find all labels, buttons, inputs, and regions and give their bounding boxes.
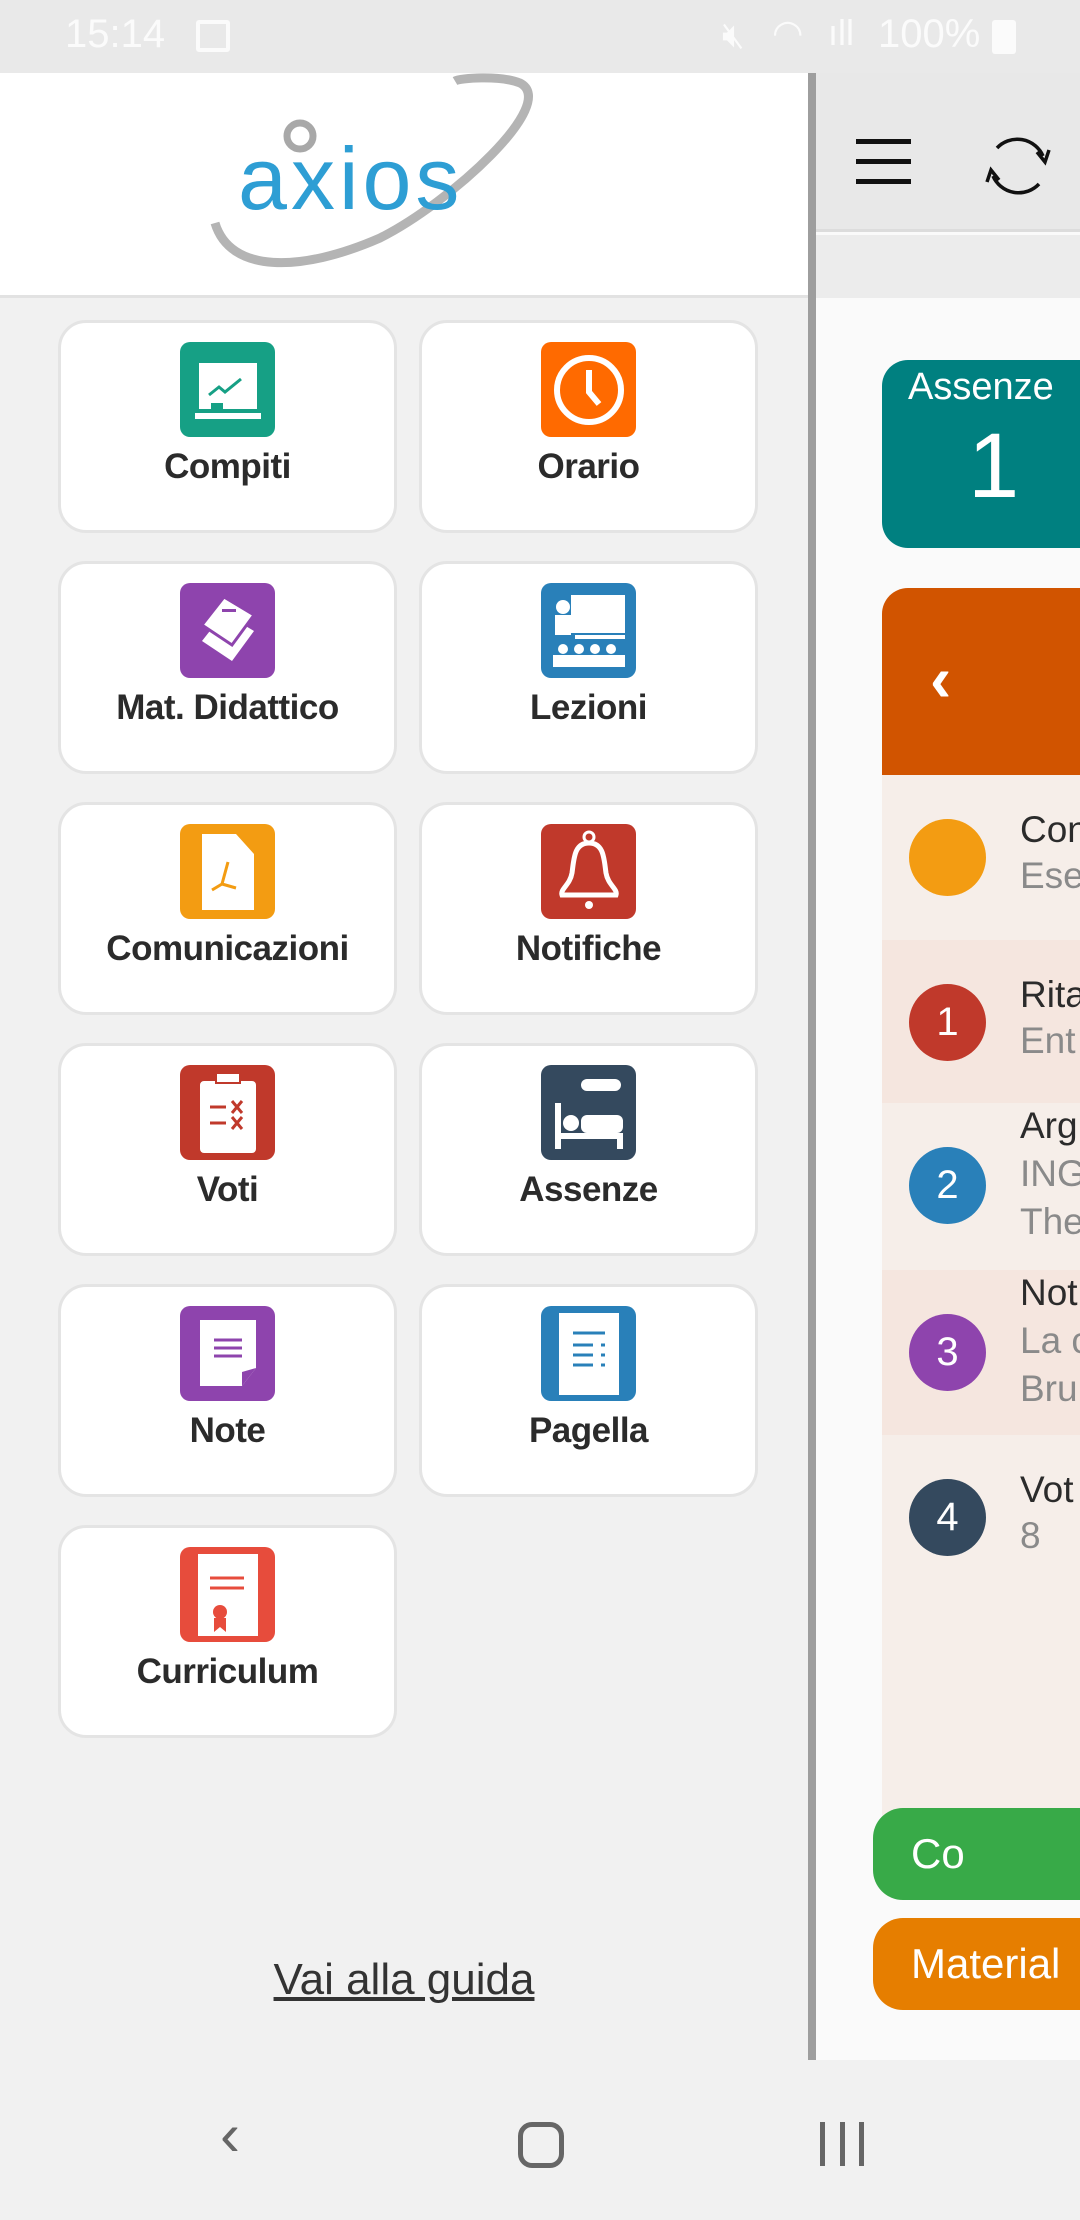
menu-item-label: Notifiche [515,929,662,968]
menu-item-comunicazioni[interactable]: Comunicazioni [58,802,397,1015]
menu-item-orario[interactable]: Orario [419,320,758,533]
recent-apps-icon[interactable] [820,2122,864,2166]
wifi-icon: ◠ [772,12,804,53]
menu-item-label: Assenze [519,1170,658,1209]
item-title: Rita [1020,974,1080,1015]
badge: 4 [909,1479,986,1556]
panel-header: ‹ [882,588,1080,775]
navigation-drawer: axios Compiti Orario Mat. Didattico Lezi… [0,73,808,2060]
list-item[interactable]: 1 Rita Ent [882,940,1080,1105]
menu-item-voti[interactable]: Voti [58,1043,397,1256]
menu-item-label: Comunicazioni [106,929,349,968]
guide-link[interactable]: Vai alla guida [0,1955,808,2005]
item-subtitle: ING [1020,1153,1080,1194]
toolbar-strip [816,235,1080,298]
chalkboard-chart-icon [180,342,275,437]
events-panel: ‹ Con Ese 1 Rita Ent 2 Arg ING The 3 Not… [882,588,1080,1840]
item-subtitle: Bru [1020,1368,1078,1409]
menu-item-label: Voti [196,1170,259,1209]
assenze-summary-card[interactable]: Assenze 1 [882,360,1080,548]
menu-item-label: Orario [537,447,640,486]
item-subtitle: The [1020,1201,1080,1242]
hamburger-menu-icon[interactable] [856,139,911,185]
badge: 3 [909,1314,986,1391]
teacher-class-icon [541,583,636,678]
menu-item-label: Note [189,1411,266,1450]
refresh-icon[interactable] [979,128,1057,209]
menu-item-assenze[interactable]: Assenze [419,1043,758,1256]
menu-item-note[interactable]: Note [58,1284,397,1497]
menu-item-label: Pagella [528,1411,649,1450]
battery-percent: 100% [878,12,981,56]
menu-item-label: Curriculum [136,1652,319,1691]
list-item[interactable]: 2 Arg ING The [882,1103,1080,1268]
status-bar: 15:14 🔇︎ ◠ ıll 100% [0,0,1080,73]
menu-item-compiti[interactable]: Compiti [58,320,397,533]
item-title: Arg [1020,1105,1078,1146]
badge: 1 [909,984,986,1061]
menu-item-lezioni[interactable]: Lezioni [419,561,758,774]
item-title: Vot [1020,1469,1074,1510]
books-icon [180,583,275,678]
chevron-left-icon[interactable]: ‹ [930,642,951,716]
bell-icon [541,824,636,919]
item-subtitle: 8 [1020,1515,1041,1556]
pdf-document-icon [180,824,275,919]
item-subtitle: Ent [1020,1020,1076,1061]
list-item[interactable]: 3 Not La c Bru [882,1270,1080,1435]
green-action-button[interactable]: Co [873,1808,1080,1900]
list-item[interactable]: 4 Vot 8 [882,1435,1080,1600]
menu-item-notifiche[interactable]: Notifiche [419,802,758,1015]
menu-item-mat-didattico[interactable]: Mat. Didattico [58,561,397,774]
report-card-icon [541,1306,636,1401]
status-time: 15:14 [65,12,166,56]
materiale-button[interactable]: Material [873,1918,1080,2010]
axios-logo: axios [0,73,808,298]
home-icon[interactable] [518,2122,564,2168]
gallery-notification-icon [196,20,230,52]
assenze-count: 1 [968,415,1020,517]
list-item[interactable]: Con Ese [882,775,1080,940]
app-toolbar [816,73,1080,232]
note-icon [180,1306,275,1401]
item-subtitle: Ese [1020,855,1080,896]
item-title: Con [1020,809,1080,850]
badge [909,819,986,896]
drawer-divider [808,73,816,2060]
main-content: Assenze 1 ‹ Con Ese 1 Rita Ent 2 Arg ING… [816,73,1080,2060]
menu-item-label: Mat. Didattico [116,688,339,727]
item-title: Not [1020,1272,1078,1313]
mute-icon: 🔇︎ [722,14,745,55]
menu-item-label: Compiti [164,447,291,486]
item-subtitle: La c [1020,1320,1080,1361]
svg-text:axios: axios [238,129,463,228]
menu-item-label: Lezioni [529,688,648,727]
system-navigation-bar: ‹ [0,2060,1080,2220]
certificate-icon [180,1547,275,1642]
sick-bed-icon [541,1065,636,1160]
clock-icon [541,342,636,437]
menu-item-pagella[interactable]: Pagella [419,1284,758,1497]
menu-item-curriculum[interactable]: Curriculum [58,1525,397,1738]
assenze-title: Assenze [908,366,1054,408]
battery-icon [992,20,1016,54]
badge: 2 [909,1147,986,1224]
signal-icon: ıll [828,12,854,53]
clipboard-grades-icon [180,1065,275,1160]
back-icon[interactable]: ‹ [220,2100,240,2169]
